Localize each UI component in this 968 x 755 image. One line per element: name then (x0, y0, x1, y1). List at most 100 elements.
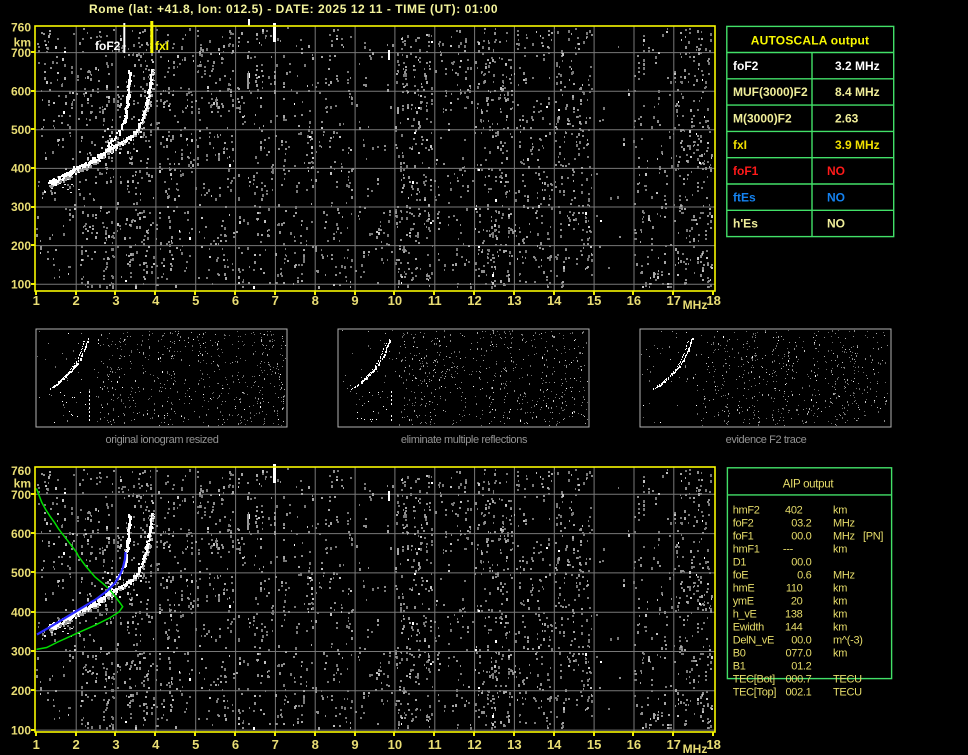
svg-text:ymE: ymE (733, 596, 754, 608)
svg-text:8.4 MHz: 8.4 MHz (835, 85, 880, 99)
svg-text:01.2: 01.2 (791, 661, 811, 673)
svg-text:402: 402 (785, 505, 803, 517)
svg-text:3.2 MHz: 3.2 MHz (835, 59, 880, 73)
svg-text:foE: foE (733, 570, 749, 582)
svg-text:km: km (833, 583, 847, 595)
svg-text:7: 7 (272, 737, 279, 752)
svg-text:TECU: TECU (833, 674, 862, 686)
svg-text:hmF1: hmF1 (733, 544, 760, 556)
svg-text:15: 15 (587, 293, 601, 308)
svg-text:16: 16 (627, 293, 641, 308)
svg-text:8: 8 (312, 293, 319, 308)
svg-text:00.0: 00.0 (791, 531, 811, 543)
svg-text:760: 760 (11, 21, 31, 35)
svg-text:16: 16 (627, 737, 641, 752)
svg-text:9: 9 (351, 737, 358, 752)
svg-text:18: 18 (706, 737, 720, 752)
svg-text:300: 300 (11, 200, 31, 214)
svg-text:TEC[Top]: TEC[Top] (733, 687, 777, 699)
svg-text:m^(-3): m^(-3) (833, 635, 863, 647)
svg-text:MUF(3000)F2: MUF(3000)F2 (733, 85, 808, 99)
svg-text:TEC[Bot]: TEC[Bot] (733, 674, 775, 686)
svg-text:km: km (833, 596, 847, 608)
svg-text:002.1: 002.1 (785, 687, 811, 699)
svg-text:8: 8 (312, 737, 319, 752)
svg-text:NO: NO (827, 217, 845, 231)
svg-text:9: 9 (351, 293, 358, 308)
svg-text:fxI: fxI (155, 39, 169, 53)
svg-text:18: 18 (706, 293, 720, 308)
svg-text:2.63: 2.63 (835, 112, 859, 126)
svg-text:5: 5 (192, 737, 199, 752)
svg-text:hmE: hmE (733, 583, 755, 595)
svg-text:4: 4 (152, 293, 160, 308)
svg-text:5: 5 (192, 293, 199, 308)
svg-text:300: 300 (11, 645, 31, 659)
svg-text:100: 100 (11, 723, 31, 737)
svg-text:500: 500 (11, 123, 31, 137)
svg-text:0.6: 0.6 (797, 570, 812, 582)
svg-text:12: 12 (467, 737, 481, 752)
svg-text:500: 500 (11, 566, 31, 580)
svg-text:3: 3 (112, 737, 119, 752)
svg-text:NO: NO (827, 164, 845, 178)
svg-text:100: 100 (11, 277, 31, 291)
svg-text:M(3000)F2: M(3000)F2 (733, 112, 792, 126)
svg-text:B1: B1 (733, 661, 746, 673)
svg-text:D1: D1 (733, 557, 747, 569)
svg-text:NO: NO (827, 190, 845, 204)
svg-text:400: 400 (11, 605, 31, 619)
svg-text:11: 11 (428, 293, 442, 308)
svg-text:evidence F2 trace: evidence F2 trace (726, 434, 807, 446)
svg-text:MHz: MHz (683, 298, 708, 312)
svg-text:fxI: fxI (733, 138, 747, 152)
svg-text:17: 17 (666, 293, 680, 308)
svg-text:000.7: 000.7 (785, 674, 811, 686)
svg-text:400: 400 (11, 162, 31, 176)
svg-text:h'Es: h'Es (733, 217, 758, 231)
svg-text:144: 144 (785, 622, 803, 634)
svg-text:AUTOSCALA output: AUTOSCALA output (751, 34, 870, 48)
svg-text:3: 3 (112, 293, 119, 308)
svg-text:km: km (833, 648, 847, 660)
svg-text:138: 138 (785, 609, 803, 621)
svg-text:DelN_vE: DelN_vE (733, 635, 774, 647)
svg-text:AIP output: AIP output (783, 479, 835, 491)
svg-text:11: 11 (428, 737, 442, 752)
svg-text:original ionogram resized: original ionogram resized (106, 434, 219, 446)
svg-text:00.0: 00.0 (791, 635, 811, 647)
svg-text:foF1: foF1 (733, 531, 754, 543)
svg-text:17: 17 (666, 737, 680, 752)
svg-text:6: 6 (232, 737, 239, 752)
svg-text:h_vE: h_vE (733, 609, 757, 621)
svg-text:1: 1 (33, 293, 40, 308)
svg-text:10: 10 (388, 737, 402, 752)
svg-text:6: 6 (232, 293, 239, 308)
svg-text:03.2: 03.2 (791, 518, 811, 530)
svg-text:TECU: TECU (833, 687, 862, 699)
svg-text:12: 12 (467, 293, 481, 308)
svg-text:600: 600 (11, 527, 31, 541)
svg-text:077.0: 077.0 (785, 648, 811, 660)
svg-text:20: 20 (791, 596, 803, 608)
svg-text:hmF2: hmF2 (733, 505, 760, 517)
svg-text:km: km (833, 609, 847, 621)
svg-text:15: 15 (587, 737, 601, 752)
svg-text:700: 700 (11, 488, 31, 502)
svg-text:00.0: 00.0 (791, 557, 811, 569)
svg-text:MHz: MHz (683, 742, 708, 755)
svg-text:MHz [PN]: MHz [PN] (833, 531, 883, 543)
svg-text:km: km (833, 544, 847, 556)
svg-text:2: 2 (72, 293, 79, 308)
svg-text:600: 600 (11, 84, 31, 98)
svg-text:13: 13 (507, 293, 521, 308)
svg-text:3.9 MHz: 3.9 MHz (835, 138, 880, 152)
svg-text:B0: B0 (733, 648, 746, 660)
svg-text:200: 200 (11, 684, 31, 698)
svg-text:Ewidth: Ewidth (733, 622, 764, 634)
svg-text:km: km (833, 622, 847, 634)
svg-text:foF2: foF2 (733, 518, 754, 530)
svg-text:13: 13 (507, 737, 521, 752)
svg-text:Rome (lat: +41.8, lon: 012.5): Rome (lat: +41.8, lon: 012.5) - DATE: 20… (89, 2, 498, 16)
svg-text:MHz: MHz (833, 570, 855, 582)
